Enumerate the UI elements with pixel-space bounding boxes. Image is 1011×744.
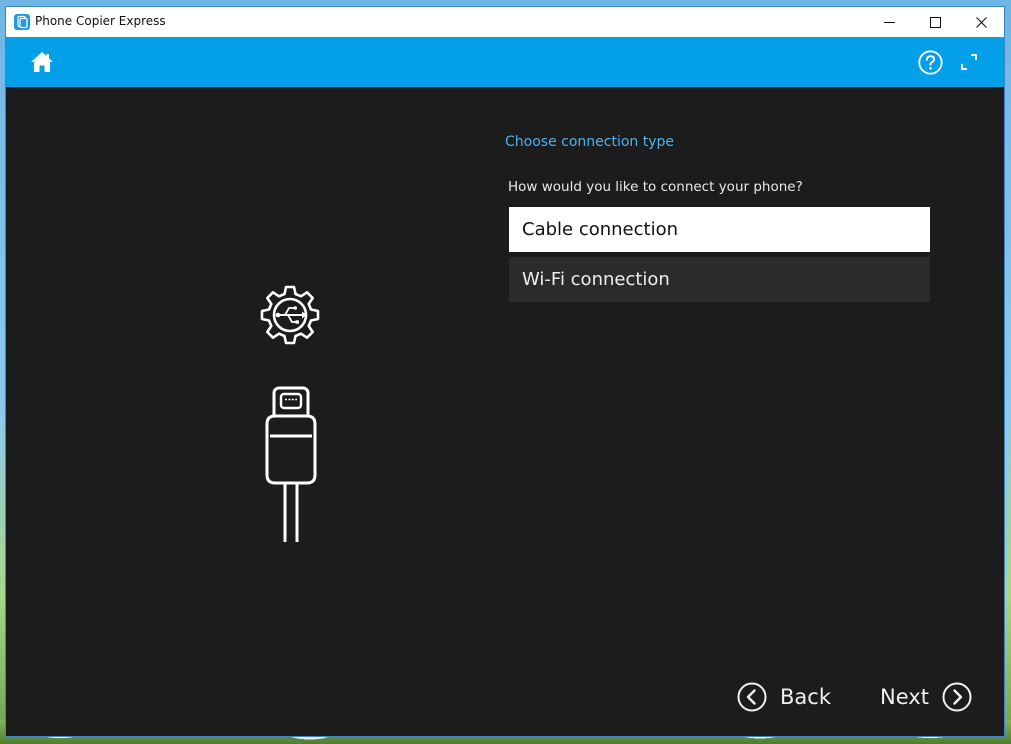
close-button[interactable]	[958, 7, 1004, 37]
wifi-connection-option[interactable]: Wi-Fi connection	[509, 257, 930, 302]
window-title: Phone Copier Express	[35, 14, 166, 28]
back-label: Back	[780, 685, 831, 709]
minimize-icon	[883, 21, 895, 23]
maximize-button[interactable]	[912, 7, 958, 37]
minimize-button[interactable]	[866, 7, 912, 37]
next-label: Next	[880, 685, 929, 709]
usb-cable-icon	[265, 386, 317, 542]
main-content: Choose connection type How would you lik…	[6, 87, 1004, 736]
option-label: Wi-Fi connection	[522, 269, 670, 290]
connection-question: How would you like to connect your phone…	[508, 179, 803, 195]
back-button[interactable]: Back	[737, 679, 831, 715]
next-button[interactable]: Next	[880, 679, 972, 715]
title-bar[interactable]: Phone Copier Express	[6, 7, 1004, 37]
app-window: Phone Copier Express Choose connection t…	[5, 6, 1005, 737]
close-icon	[975, 16, 987, 28]
chevron-left-icon	[737, 682, 767, 712]
home-icon[interactable]	[30, 51, 54, 73]
app-logo-icon	[14, 14, 30, 30]
help-icon[interactable]	[918, 50, 943, 75]
chevron-right-icon	[942, 682, 972, 712]
fullscreen-icon[interactable]	[959, 52, 979, 72]
cable-connection-option[interactable]: Cable connection	[509, 207, 930, 252]
section-heading: Choose connection type	[505, 134, 674, 150]
maximize-icon	[929, 16, 941, 28]
app-header	[6, 37, 1004, 87]
usb-gear-icon	[260, 285, 320, 345]
option-label: Cable connection	[522, 219, 678, 240]
